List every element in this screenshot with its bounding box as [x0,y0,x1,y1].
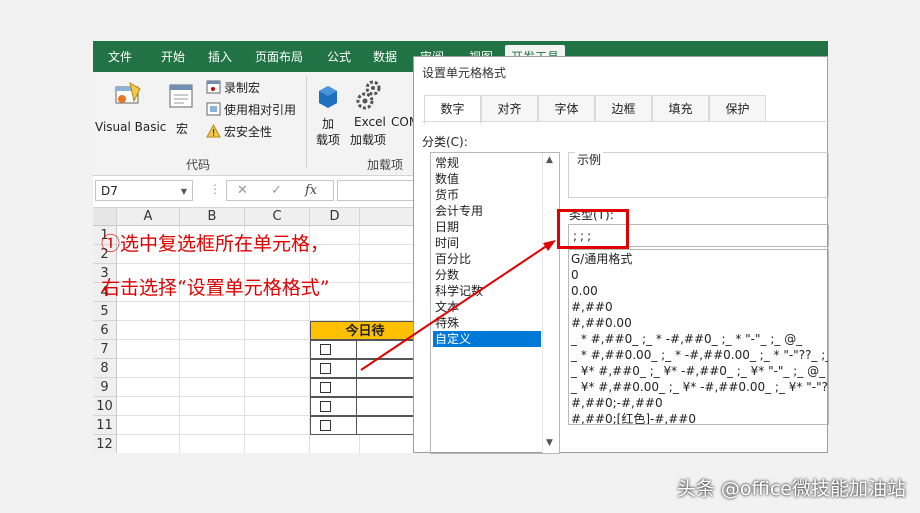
watermark: 头条 @office微技能加油站 [676,478,906,500]
annotation-arrow [360,240,556,371]
